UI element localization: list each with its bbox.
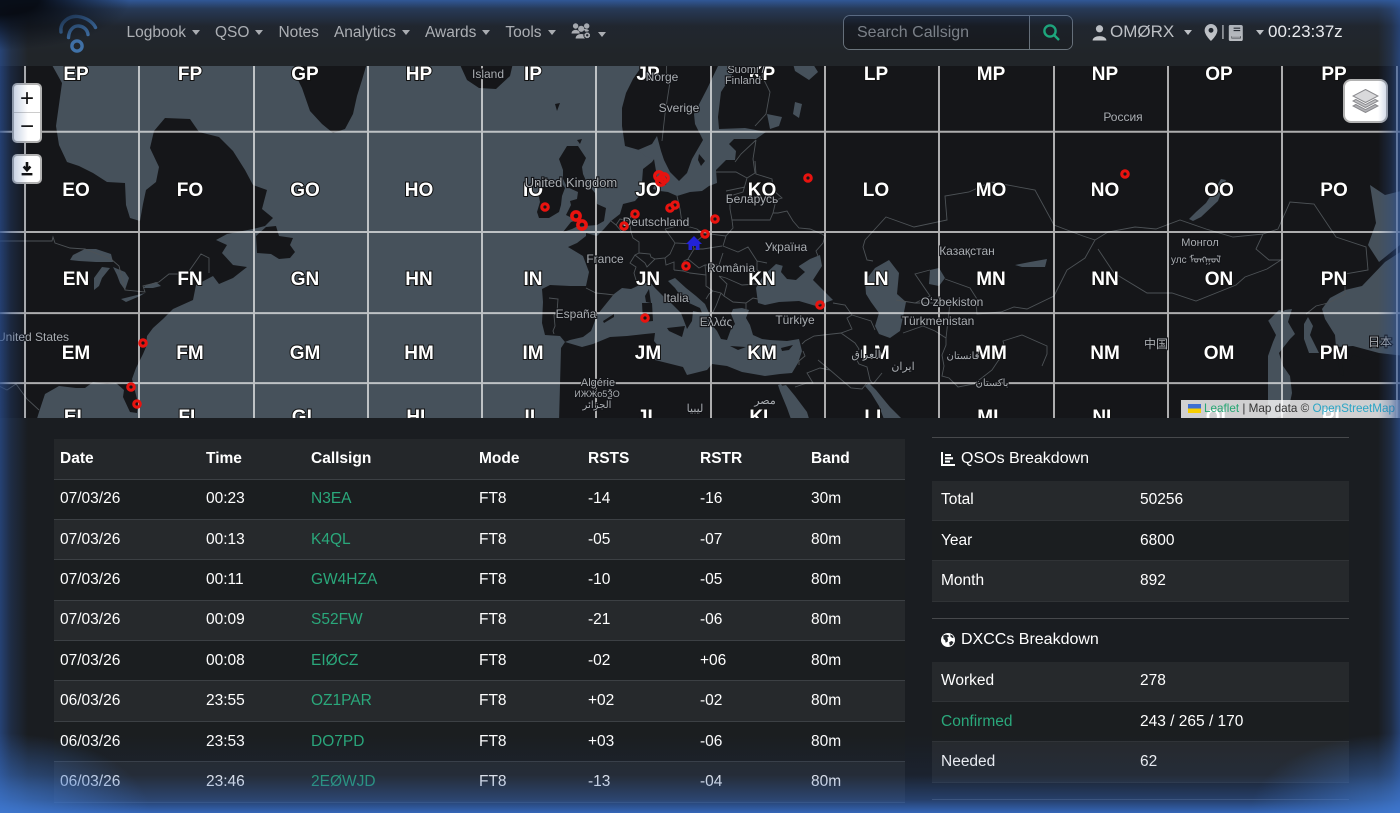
svg-text:HN: HN	[405, 269, 432, 290]
svg-text:улс ᠮᠣᠩᠭᠣᠯ: улс ᠮᠣᠩᠭᠣᠯ	[1171, 254, 1221, 266]
svg-text:Türkmenistan: Türkmenistan	[902, 314, 975, 328]
svg-text:EL: EL	[64, 407, 89, 418]
svg-text:KM: KM	[747, 343, 777, 364]
svg-text:FO: FO	[177, 180, 203, 201]
svg-text:FN: FN	[177, 269, 202, 290]
svg-text:PN: PN	[1321, 269, 1347, 290]
svg-text:FL: FL	[178, 407, 202, 418]
svg-text:Finland: Finland	[725, 75, 761, 87]
svg-text:日本: 日本	[1368, 335, 1392, 349]
svg-text:HM: HM	[404, 343, 434, 364]
svg-text:Island: Island	[472, 67, 504, 81]
svg-text:IM: IM	[522, 343, 543, 364]
svg-text:ليبيا: ليبيا	[687, 403, 704, 415]
svg-text:România: România	[707, 261, 755, 275]
svg-text:MN: MN	[976, 269, 1006, 290]
svg-text:NO: NO	[1091, 180, 1120, 201]
svg-text:España: España	[556, 307, 597, 321]
svg-text:Italia: Italia	[663, 291, 689, 305]
svg-text:MP: MP	[977, 66, 1006, 85]
svg-text:فانستان: فانستان	[947, 351, 980, 362]
svg-text:OO: OO	[1204, 180, 1234, 201]
svg-text:Algérie: Algérie	[581, 377, 615, 389]
svg-text:GP: GP	[291, 66, 319, 85]
svg-text:Беларусь: Беларусь	[726, 192, 778, 206]
svg-text:JL: JL	[637, 407, 660, 418]
svg-text:ايران: ايران	[891, 361, 914, 373]
svg-text:IN: IN	[524, 269, 543, 290]
svg-text:IP: IP	[524, 66, 542, 85]
svg-text:NL: NL	[1092, 407, 1118, 418]
svg-text:OM: OM	[1204, 343, 1235, 364]
svg-text:France: France	[586, 252, 624, 266]
svg-text:MM: MM	[975, 343, 1007, 364]
svg-text:باكستان: باكستان	[976, 378, 1009, 389]
svg-text:NN: NN	[1091, 269, 1118, 290]
svg-text:OP: OP	[1205, 66, 1233, 85]
svg-text:EO: EO	[62, 180, 89, 201]
svg-text:Казақстан: Казақстан	[939, 244, 995, 258]
svg-text:JM: JM	[635, 343, 661, 364]
svg-text:FM: FM	[176, 343, 203, 364]
svg-text:GN: GN	[291, 269, 320, 290]
svg-text:NM: NM	[1090, 343, 1120, 364]
svg-text:PM: PM	[1320, 343, 1349, 364]
svg-text:LO: LO	[863, 180, 889, 201]
svg-text:HL: HL	[406, 407, 432, 418]
svg-text:United Kingdom: United Kingdom	[525, 175, 618, 190]
svg-text:Norge: Norge	[646, 70, 679, 84]
svg-text:LL: LL	[864, 407, 888, 418]
svg-text:GL: GL	[292, 407, 319, 418]
svg-text:Монгол: Монгол	[1181, 237, 1219, 249]
svg-text:ML: ML	[977, 407, 1005, 418]
svg-text:FP: FP	[178, 66, 203, 85]
svg-text:Oʻzbekiston: Oʻzbekiston	[921, 295, 984, 309]
svg-text:Ελλάς: Ελλάς	[700, 315, 733, 329]
svg-text:IL: IL	[525, 407, 542, 418]
svg-text:Türkiye: Türkiye	[775, 313, 815, 327]
svg-text:ИЖЖо5ѮО: ИЖЖо5ѮО	[574, 389, 619, 399]
svg-text:العراق: العراق	[851, 349, 880, 361]
svg-text:مصر: مصر	[753, 395, 776, 407]
svg-text:LN: LN	[863, 269, 888, 290]
svg-text:MO: MO	[976, 180, 1007, 201]
svg-text:PO: PO	[1320, 180, 1347, 201]
svg-text:EN: EN	[63, 269, 89, 290]
svg-text:NP: NP	[1092, 66, 1119, 85]
svg-text:EP: EP	[63, 66, 89, 85]
svg-text:United States: United States	[0, 330, 69, 344]
svg-text:LP: LP	[864, 66, 889, 85]
svg-text:GM: GM	[290, 343, 321, 364]
svg-text:الجزائر: الجزائر	[582, 400, 612, 411]
svg-text:Россия: Россия	[1103, 110, 1142, 124]
svg-text:JN: JN	[636, 269, 660, 290]
svg-text:Sverige: Sverige	[659, 101, 700, 115]
svg-text:ON: ON	[1205, 269, 1234, 290]
svg-text:HP: HP	[406, 66, 433, 85]
svg-text:EM: EM	[62, 343, 91, 364]
svg-text:GO: GO	[290, 180, 320, 201]
svg-text:Україна: Україна	[765, 240, 808, 254]
svg-text:HO: HO	[405, 180, 434, 201]
svg-text:KL: KL	[749, 407, 775, 418]
svg-text:中国: 中国	[1144, 336, 1168, 351]
